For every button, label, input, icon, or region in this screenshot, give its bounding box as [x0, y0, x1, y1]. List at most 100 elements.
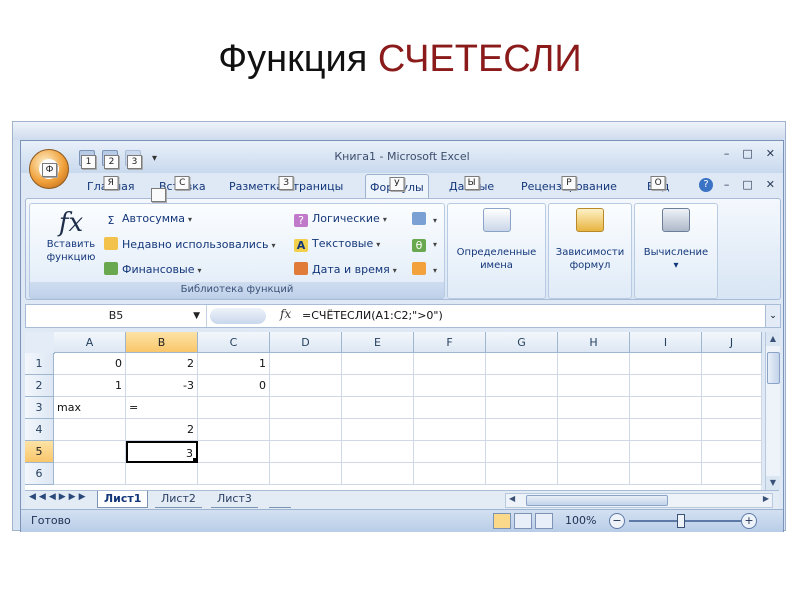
cell-d5[interactable]: [270, 441, 342, 463]
column-header-f[interactable]: F: [414, 332, 486, 353]
cell-b3[interactable]: =: [126, 397, 198, 419]
cell-c2[interactable]: 0: [198, 375, 270, 397]
select-all-corner[interactable]: [25, 332, 55, 354]
cell-h2[interactable]: [558, 375, 630, 397]
cell-g5[interactable]: [486, 441, 558, 463]
scroll-down-icon[interactable]: ▼: [766, 476, 780, 490]
insert-sheet-icon[interactable]: [269, 491, 291, 508]
cell-d1[interactable]: [270, 353, 342, 375]
name-box-dropdown-icon[interactable]: ▼: [193, 305, 200, 327]
cell-b5[interactable]: 3: [126, 441, 198, 463]
tab-view[interactable]: ВидО: [643, 174, 673, 198]
cell-d3[interactable]: [270, 397, 342, 419]
workbook-close-button[interactable]: ✕: [766, 178, 775, 191]
tab-page-layout[interactable]: Разметка страницы З: [225, 174, 347, 198]
column-header-d[interactable]: D: [270, 332, 342, 353]
row-header-4[interactable]: 4: [25, 419, 54, 441]
help-icon[interactable]: ?: [699, 178, 713, 192]
formula-bar-expand-icon[interactable]: ⌄: [765, 305, 780, 327]
recent-functions-button[interactable]: Недавно использовались ▾: [104, 237, 275, 251]
column-header-g[interactable]: G: [486, 332, 558, 353]
cell-f6[interactable]: [414, 463, 486, 485]
tab-home[interactable]: ГлавнаяЯ: [83, 174, 139, 198]
cell-b2[interactable]: -3: [126, 375, 198, 397]
cell-a5[interactable]: [54, 441, 126, 463]
cell-j6[interactable]: [702, 463, 762, 485]
row-header-3[interactable]: 3: [25, 397, 54, 419]
vertical-scrollbar[interactable]: ▲ ▼: [765, 332, 780, 490]
scroll-up-icon[interactable]: ▲: [766, 332, 780, 346]
cell-b1[interactable]: 2: [126, 353, 198, 375]
cell-g1[interactable]: [486, 353, 558, 375]
cell-e6[interactable]: [342, 463, 414, 485]
horizontal-scrollbar[interactable]: ◀ ▶: [505, 493, 773, 508]
cell-f1[interactable]: [414, 353, 486, 375]
cell-c6[interactable]: [198, 463, 270, 485]
office-button[interactable]: Ф: [29, 149, 69, 189]
workbook-minimize-button[interactable]: –: [724, 178, 730, 191]
text-button[interactable]: A Текстовые ▾: [294, 237, 380, 252]
cell-h6[interactable]: [558, 463, 630, 485]
sheet-tab-3[interactable]: Лист3: [211, 491, 258, 508]
cell-f3[interactable]: [414, 397, 486, 419]
cell-a3[interactable]: max: [54, 397, 126, 419]
row-header-6[interactable]: 6: [25, 463, 54, 485]
cell-h3[interactable]: [558, 397, 630, 419]
insert-function-button[interactable]: fx Вставить функцию: [36, 208, 106, 264]
tab-formulas[interactable]: ФормулыУ: [365, 174, 429, 199]
page-break-view-icon[interactable]: [535, 513, 553, 529]
sheet-tab-2[interactable]: Лист2: [155, 491, 202, 508]
zoom-slider-track[interactable]: [629, 520, 743, 522]
row-header-2[interactable]: 2: [25, 375, 54, 397]
row-header-1[interactable]: 1: [25, 353, 54, 375]
sheet-tab-1[interactable]: Лист1: [97, 491, 149, 508]
cell-h1[interactable]: [558, 353, 630, 375]
column-header-i[interactable]: I: [630, 332, 702, 353]
name-box[interactable]: B5 ▼: [26, 305, 207, 327]
column-header-c[interactable]: C: [198, 332, 270, 353]
cell-a1[interactable]: 0: [54, 353, 126, 375]
cell-j1[interactable]: [702, 353, 762, 375]
cell-f5[interactable]: [414, 441, 486, 463]
cell-e3[interactable]: [342, 397, 414, 419]
tab-data[interactable]: ДанныеЫ: [445, 174, 498, 198]
workbook-maximize-button[interactable]: □: [742, 178, 752, 191]
autosum-button[interactable]: Σ Автосумма ▾: [104, 212, 193, 227]
scroll-right-icon[interactable]: ▶: [763, 494, 769, 503]
row-header-5[interactable]: 5: [25, 441, 54, 463]
logical-button[interactable]: ? Логические ▾: [294, 212, 387, 227]
cell-c4[interactable]: [198, 419, 270, 441]
cell-a2[interactable]: 1: [54, 375, 126, 397]
cell-g6[interactable]: [486, 463, 558, 485]
column-header-e[interactable]: E: [342, 332, 414, 353]
formula-input[interactable]: =СЧЁТЕСЛИ(A1:C2;">0"): [302, 305, 443, 327]
cell-b4[interactable]: 2: [126, 419, 198, 441]
zoom-in-icon[interactable]: +: [741, 513, 757, 529]
math-button[interactable]: θ ▾: [412, 237, 437, 252]
cell-j5[interactable]: [702, 441, 762, 463]
financial-button[interactable]: Финансовые ▾: [104, 262, 201, 276]
insert-function-fx-icon[interactable]: fx: [280, 307, 291, 321]
calculation-button[interactable]: Вычисление ▾: [635, 208, 717, 272]
horizontal-scroll-thumb[interactable]: [526, 495, 668, 506]
cell-d6[interactable]: [270, 463, 342, 485]
cell-f2[interactable]: [414, 375, 486, 397]
formula-auditing-button[interactable]: Зависимости формул: [549, 208, 631, 272]
cell-i2[interactable]: [630, 375, 702, 397]
cell-h5[interactable]: [558, 441, 630, 463]
close-button[interactable]: ✕: [766, 147, 775, 160]
scroll-left-icon[interactable]: ◀: [509, 494, 515, 503]
cell-c3[interactable]: [198, 397, 270, 419]
more-functions-button[interactable]: ▾: [412, 262, 437, 276]
cell-d2[interactable]: [270, 375, 342, 397]
column-header-j[interactable]: J: [702, 332, 762, 353]
cell-i6[interactable]: [630, 463, 702, 485]
cell-f4[interactable]: [414, 419, 486, 441]
zoom-slider-thumb[interactable]: [677, 514, 685, 528]
minimize-button[interactable]: –: [724, 147, 730, 160]
cell-e1[interactable]: [342, 353, 414, 375]
cell-b6[interactable]: [126, 463, 198, 485]
cell-j3[interactable]: [702, 397, 762, 419]
maximize-button[interactable]: □: [742, 147, 752, 160]
cell-j4[interactable]: [702, 419, 762, 441]
